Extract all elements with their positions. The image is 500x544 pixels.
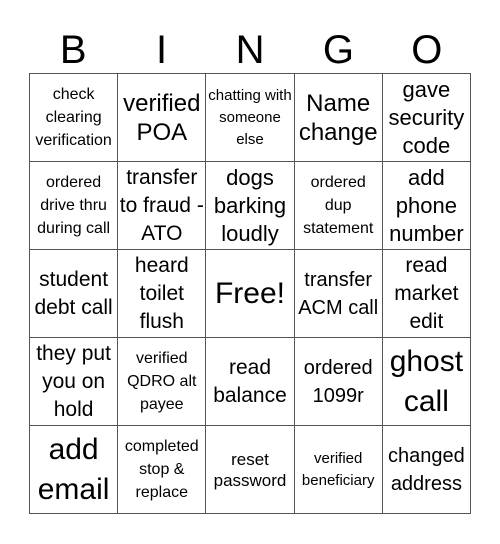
bingo-cell[interactable]: transfer ACM call bbox=[294, 250, 383, 338]
bingo-cell[interactable]: heard toilet flush bbox=[118, 250, 207, 338]
bingo-cell[interactable]: ordered 1099r bbox=[294, 338, 383, 426]
cell-text: completed stop & replace bbox=[124, 438, 199, 501]
cell-text: Name change bbox=[298, 89, 378, 146]
bingo-cell[interactable]: dogs barking loudly bbox=[206, 162, 295, 250]
bingo-cell[interactable]: verified QDRO alt payee bbox=[118, 338, 207, 426]
free-space-text: Free! bbox=[214, 276, 285, 310]
cell-text: student debt call bbox=[34, 267, 113, 319]
bingo-cell[interactable]: Name change bbox=[294, 74, 383, 162]
cell-text: add email bbox=[37, 432, 110, 506]
bingo-cell[interactable]: student debt call bbox=[30, 250, 119, 338]
bingo-cell[interactable]: changed address bbox=[382, 426, 471, 514]
bingo-cell[interactable]: chatting with someone else bbox=[206, 74, 295, 162]
cell-text: read balance bbox=[213, 355, 287, 407]
bingo-cell[interactable]: gave security code bbox=[382, 74, 471, 162]
bingo-cell[interactable]: ordered dup statement bbox=[294, 162, 383, 250]
bingo-cell[interactable]: they put you on hold bbox=[30, 338, 119, 426]
cell-text: gave security code bbox=[388, 76, 465, 158]
bingo-cell[interactable]: ordered drive thru during call bbox=[30, 162, 119, 250]
cell-text: ordered dup statement bbox=[303, 174, 374, 237]
cell-text: transfer to fraud - ATO bbox=[119, 165, 204, 245]
cell-text: add phone number bbox=[389, 164, 464, 246]
free-space-cell[interactable]: Free! bbox=[206, 250, 295, 338]
cell-text: verified QDRO alt payee bbox=[127, 350, 197, 413]
header-letter-g: G bbox=[322, 28, 354, 72]
cell-text: heard toilet flush bbox=[134, 253, 189, 333]
bingo-cell[interactable]: verified beneficiary bbox=[294, 426, 383, 514]
bingo-cell[interactable]: completed stop & replace bbox=[118, 426, 207, 514]
bingo-header: B I N G O bbox=[29, 28, 471, 73]
bingo-cell[interactable]: read market edit bbox=[382, 250, 471, 338]
cell-text: ghost call bbox=[389, 344, 464, 418]
bingo-cell[interactable]: ghost call bbox=[382, 338, 471, 426]
cell-text: they put you on hold bbox=[36, 341, 111, 421]
cell-text: dogs barking loudly bbox=[213, 164, 287, 246]
bingo-cell[interactable]: verified POA bbox=[118, 74, 207, 162]
bingo-card: check clearing verification verified POA… bbox=[29, 73, 471, 514]
cell-text: chatting with someone else bbox=[208, 86, 292, 148]
bingo-cell[interactable]: reset password bbox=[206, 426, 295, 514]
bingo-cell[interactable]: add email bbox=[30, 426, 119, 514]
cell-text: ordered 1099r bbox=[303, 356, 373, 407]
cell-text: verified beneficiary bbox=[301, 449, 375, 489]
bingo-cell[interactable]: add phone number bbox=[382, 162, 471, 250]
cell-text: transfer ACM call bbox=[298, 268, 379, 319]
cell-text: verified POA bbox=[123, 89, 201, 146]
header-letter-i: I bbox=[156, 28, 168, 72]
cell-text: ordered drive thru during call bbox=[37, 174, 111, 237]
cell-text: read market edit bbox=[394, 253, 459, 333]
header-letter-b: B bbox=[59, 28, 87, 72]
cell-text: check clearing verification bbox=[35, 86, 112, 149]
bingo-cell[interactable]: transfer to fraud - ATO bbox=[118, 162, 207, 250]
header-letter-o: O bbox=[411, 28, 443, 72]
cell-text: reset password bbox=[213, 449, 287, 490]
header-letter-n: N bbox=[235, 28, 265, 72]
cell-text: changed address bbox=[388, 444, 465, 495]
bingo-cell[interactable]: check clearing verification bbox=[30, 74, 119, 162]
bingo-cell[interactable]: read balance bbox=[206, 338, 295, 426]
